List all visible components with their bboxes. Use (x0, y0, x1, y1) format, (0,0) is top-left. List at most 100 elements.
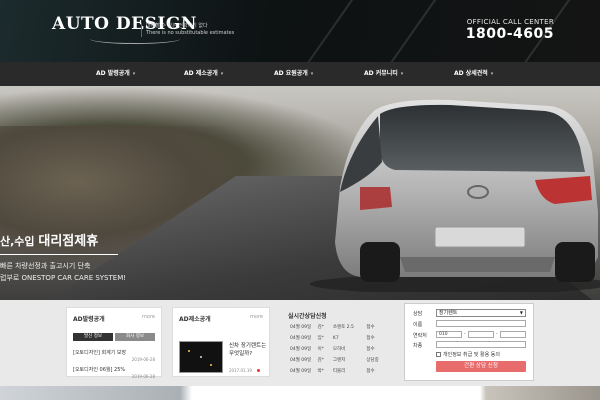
live-row: 04월 09일 김* 쏘렌토 2.5 접수 (290, 324, 375, 330)
live-date: 04월 09일 (290, 325, 312, 330)
live-name: 임* (317, 336, 324, 341)
review-post-title[interactable]: 신차 장기렌트는 무엇일까? (229, 342, 267, 358)
live-consult-title: 실시간상담신청 (288, 313, 327, 320)
review-thumbnail[interactable] (179, 341, 223, 373)
pager-dot-icon[interactable] (257, 369, 260, 372)
phone-dash: - (464, 331, 466, 337)
submit-consult-button[interactable]: 간편 상담 신청 (436, 361, 526, 372)
hero-divider (0, 254, 118, 255)
live-date: 04월 09일 (290, 336, 312, 341)
hero-subtitle-2: 럽부로 ONESTOP CAR CARE SYSTEM! (0, 274, 127, 282)
live-name: 김* (317, 358, 324, 363)
live-name: 박* (317, 369, 324, 374)
name-input[interactable] (436, 320, 526, 327)
live-status: 접수 (366, 369, 375, 374)
thumb-detail (200, 356, 202, 358)
live-name: 김* (317, 325, 324, 330)
live-car: 쏘렌토 2.5 (332, 325, 354, 330)
car-label: 차종 (413, 343, 423, 349)
review-card: AD제소공개 more 신차 장기렌트는 무엇일까? 2017.01.19 (172, 307, 270, 377)
car-input[interactable] (436, 341, 526, 348)
thumb-detail (188, 350, 190, 352)
call-center: OFFICIAL CALL CENTER 1800-4605 (466, 18, 554, 42)
tab-company-info[interactable]: 회사 정보 (115, 333, 155, 341)
hero-title-prefix: 산,수입 (0, 235, 35, 248)
phone-label: 연락처 (413, 333, 427, 339)
header-light-streak (295, 0, 367, 62)
hero-title: 산,수입 대리점제휴 (0, 230, 126, 249)
hero-subtitle-1: 빠른 차량선정과 출고시기 단축 (0, 262, 91, 270)
privacy-checkbox[interactable] (436, 352, 441, 357)
nav-item-label: AD 상세견적 (454, 70, 488, 77)
phone-prefix-input[interactable]: 010 (436, 331, 462, 338)
live-status: 접수 (366, 325, 375, 330)
notice-item[interactable]: [오토디자인 06월] 25% (73, 366, 125, 373)
car-image (310, 99, 600, 292)
tagline: 대체할 수 있는 전략시기 없다 There is no substitutab… (141, 23, 234, 37)
review-more-link[interactable]: more (250, 314, 263, 320)
live-date: 04월 09일 (290, 358, 312, 363)
live-row: 04월 09일 임* K7 접수 (290, 335, 375, 341)
notice-card-title: AD발령공개 (73, 316, 105, 323)
phone-middle-input[interactable] (468, 331, 494, 338)
widgets-area: AD발령공개 more 발신 정보 회사 정보 [오토디자인] 회계기 보장 2… (0, 300, 600, 386)
review-post-date: 2017.01.19 (229, 368, 252, 373)
call-center-label: OFFICIAL CALL CENTER (466, 18, 554, 26)
chevron-down-icon: ▾ (400, 71, 404, 77)
hero-title-main: 대리점제휴 (38, 234, 99, 249)
review-card-title: AD제소공개 (179, 316, 211, 323)
nav-item-2[interactable]: AD 제소공개 ▾ (184, 62, 223, 86)
nav-item-label: AD 제소공개 (184, 70, 218, 77)
notice-date: 2019-06-28 (131, 374, 155, 379)
notice-card: AD발령공개 more 발신 정보 회사 정보 [오토디자인] 회계기 보장 2… (66, 307, 162, 379)
phone-dash: - (496, 331, 498, 337)
notice-item[interactable]: [오토디자인] 회계기 보장 (73, 349, 126, 356)
live-name: 이* (317, 347, 324, 352)
hero-banner: 산,수입 대리점제휴 빠른 차량선정과 출고시기 단축 럽부로 ONESTOP … (0, 86, 600, 300)
chevron-down-icon: ▼ (519, 310, 523, 315)
nav-item-label: AD 발령공개 (96, 70, 130, 77)
chevron-down-icon: ▾ (132, 71, 136, 77)
tab-sender-info[interactable]: 발신 정보 (73, 333, 113, 341)
quick-consult-form: 상담 장기렌트 ▼ 이름 연락처 010 - - 차종 개인정보 취급 및 활용… (404, 303, 534, 381)
consult-type-label: 상담 (413, 311, 423, 317)
site-header: AUTO DESIGN 대체할 수 있는 전략시기 없다 There is no… (0, 0, 600, 62)
consult-type-value: 장기렌트 (439, 310, 458, 316)
live-status: 접수 (366, 336, 375, 341)
live-status: 접수 (366, 347, 375, 352)
live-car: 모하비 (332, 347, 346, 352)
live-row: 04월 09일 박* 티볼리 접수 (290, 368, 375, 374)
main-nav: AD 발령공개 ▾ AD 제소공개 ▾ AD 요원공개 ▾ AD 커뮤니티 ▾ AD 상… (0, 62, 600, 86)
notice-tabs: 발신 정보 회사 정보 (73, 333, 157, 341)
name-label: 이름 (413, 322, 423, 328)
live-row: 04월 09일 김* 그랜저 상담중 (290, 357, 379, 363)
page: AUTO DESIGN 대체할 수 있는 전략시기 없다 There is no… (0, 0, 600, 400)
header-light-streak (385, 0, 457, 62)
call-center-number[interactable]: 1800-4605 (466, 26, 554, 42)
phone-last-input[interactable] (500, 331, 526, 338)
thumb-detail (210, 364, 212, 366)
live-date: 04월 09일 (290, 347, 312, 352)
chevron-down-icon: ▾ (310, 71, 314, 77)
live-car: 그랜저 (332, 358, 346, 363)
nav-item-1[interactable]: AD 발령공개 ▾ (96, 62, 135, 86)
nav-item-5[interactable]: AD 상세견적 ▾ (454, 62, 493, 86)
hero-text: 산,수입 대리점제휴 빠른 차량선정과 출고시기 단축 럽부로 ONESTOP … (0, 230, 126, 284)
bottom-banner-strip (0, 386, 600, 400)
live-status: 상담중 (366, 358, 379, 363)
chevron-down-icon: ▾ (490, 71, 494, 77)
live-row: 04월 09일 이* 모하비 접수 (290, 346, 375, 352)
notice-date: 2019-06-28 (131, 357, 155, 362)
live-car: K7 (332, 336, 339, 341)
notice-more-link[interactable]: more (142, 314, 155, 320)
nav-item-label: AD 커뮤니티 (364, 70, 398, 77)
nav-item-4[interactable]: AD 커뮤니티 ▾ (364, 62, 403, 86)
nav-item-3[interactable]: AD 요원공개 ▾ (274, 62, 313, 86)
tagline-english: There is no substitutable estimates (146, 30, 235, 36)
tagline-korean: 대체할 수 있는 전략시기 없다 (146, 23, 208, 29)
consult-type-select[interactable]: 장기렌트 ▼ (436, 309, 526, 317)
live-car: 티볼리 (332, 369, 346, 374)
nav-item-label: AD 요원공개 (274, 70, 308, 77)
privacy-agree-label: 개인정보 취급 및 활용 동의 (443, 352, 500, 358)
chevron-down-icon: ▾ (220, 71, 224, 77)
